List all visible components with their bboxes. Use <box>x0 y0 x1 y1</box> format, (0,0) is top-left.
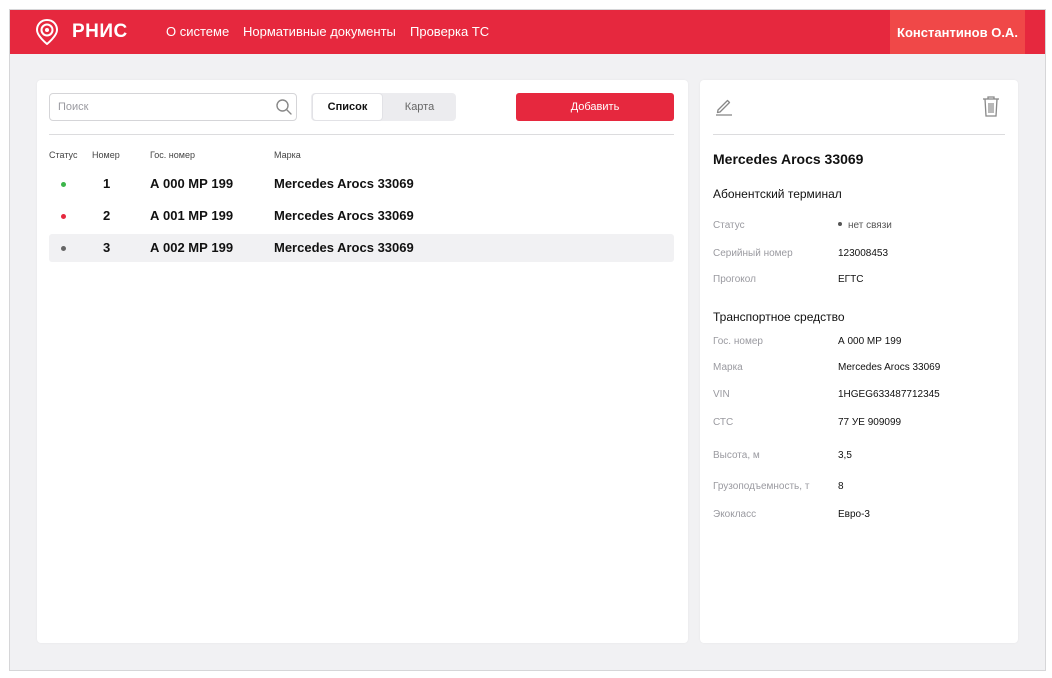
vehicle-heading: Транспортное средство <box>713 310 845 324</box>
user-menu[interactable]: Константинов О.А. <box>890 10 1025 54</box>
vehicle-title: Mercedes Arocs 33069 <box>713 151 864 167</box>
row-make: Mercedes Arocs 33069 <box>274 208 414 223</box>
field-label: VIN <box>713 389 730 400</box>
field-label: Серийный номер <box>713 248 793 259</box>
row-plate: А 000 МР 199 <box>150 176 234 191</box>
vehicle-list-panel: Карта Список Добавить Статус Номер Гос. … <box>37 80 688 643</box>
nav-vehicle-check[interactable]: Проверка ТС <box>410 24 489 39</box>
status-dot <box>61 246 66 251</box>
field-value: Евро-3 <box>838 509 870 520</box>
field-label: Экокласс <box>713 509 757 520</box>
row-number: 2 <box>103 208 111 223</box>
column-header-make: Марка <box>274 150 301 160</box>
divider <box>49 134 674 135</box>
row-plate: А 002 МР 199 <box>150 240 234 255</box>
field-value: 3,5 <box>838 450 852 461</box>
field-label: СТС <box>713 417 734 428</box>
field-label: Высота, м <box>713 450 760 461</box>
row-number: 1 <box>103 176 111 191</box>
tab-map[interactable]: Карта <box>383 93 456 121</box>
status-dot <box>61 182 66 187</box>
row-make: Mercedes Arocs 33069 <box>274 240 414 255</box>
field-value: Mercedes Arocs 33069 <box>838 362 941 373</box>
column-header-plate: Гос. номер <box>150 150 195 160</box>
view-toggle: Карта Список <box>311 93 456 121</box>
field-label: Гос. номер <box>713 336 763 347</box>
field-label: Статус <box>713 220 745 231</box>
field-value: ЕГТС <box>838 274 864 285</box>
table-row[interactable]: 2 А 001 МР 199 Mercedes Arocs 33069 <box>49 202 674 230</box>
field-label: Грузоподъемность, т <box>713 481 810 492</box>
field-value: А 000 МР 199 <box>838 336 902 347</box>
status-dot <box>61 214 66 219</box>
nav-documents[interactable]: Нормативные документы <box>243 24 396 39</box>
tab-list[interactable]: Список <box>312 93 383 121</box>
field-value: 77 УЕ 909099 <box>838 417 902 428</box>
divider <box>713 134 1005 135</box>
nav-about[interactable]: О системе <box>166 24 229 39</box>
status-dot <box>838 222 842 227</box>
row-plate: А 001 МР 199 <box>150 208 234 223</box>
location-pin-logo-icon[interactable] <box>36 19 58 45</box>
app-window: РНИС О системе Нормативные документы Про… <box>9 9 1046 671</box>
column-header-number: Номер <box>92 150 120 160</box>
top-bar: РНИС О системе Нормативные документы Про… <box>10 10 1045 54</box>
table-row[interactable]: 1 А 000 МР 199 Mercedes Arocs 33069 <box>49 170 674 198</box>
terminal-heading: Абонентский терминал <box>713 187 842 201</box>
brand-name: РНИС <box>72 21 128 42</box>
search-icon[interactable] <box>275 98 293 116</box>
field-value: 8 <box>838 481 844 492</box>
field-value: 123008453 <box>838 248 889 259</box>
field-label: Марка <box>713 362 743 373</box>
row-make: Mercedes Arocs 33069 <box>274 176 414 191</box>
search-input[interactable] <box>49 93 297 121</box>
table-row-selected[interactable]: 3 А 002 МР 199 Mercedes Arocs 33069 <box>49 234 674 262</box>
field-label: Прогокол <box>713 274 756 285</box>
add-button[interactable]: Добавить <box>516 93 674 121</box>
column-header-status: Статус <box>49 150 78 160</box>
trash-icon[interactable] <box>981 95 1001 117</box>
row-number: 3 <box>103 240 111 255</box>
status-value: нет связи <box>838 220 892 231</box>
field-value: 1HGEG633487712345 <box>838 389 940 400</box>
edit-icon[interactable] <box>714 96 734 116</box>
vehicle-details-panel: Mercedes Arocs 33069 Абонентский термина… <box>700 80 1018 643</box>
